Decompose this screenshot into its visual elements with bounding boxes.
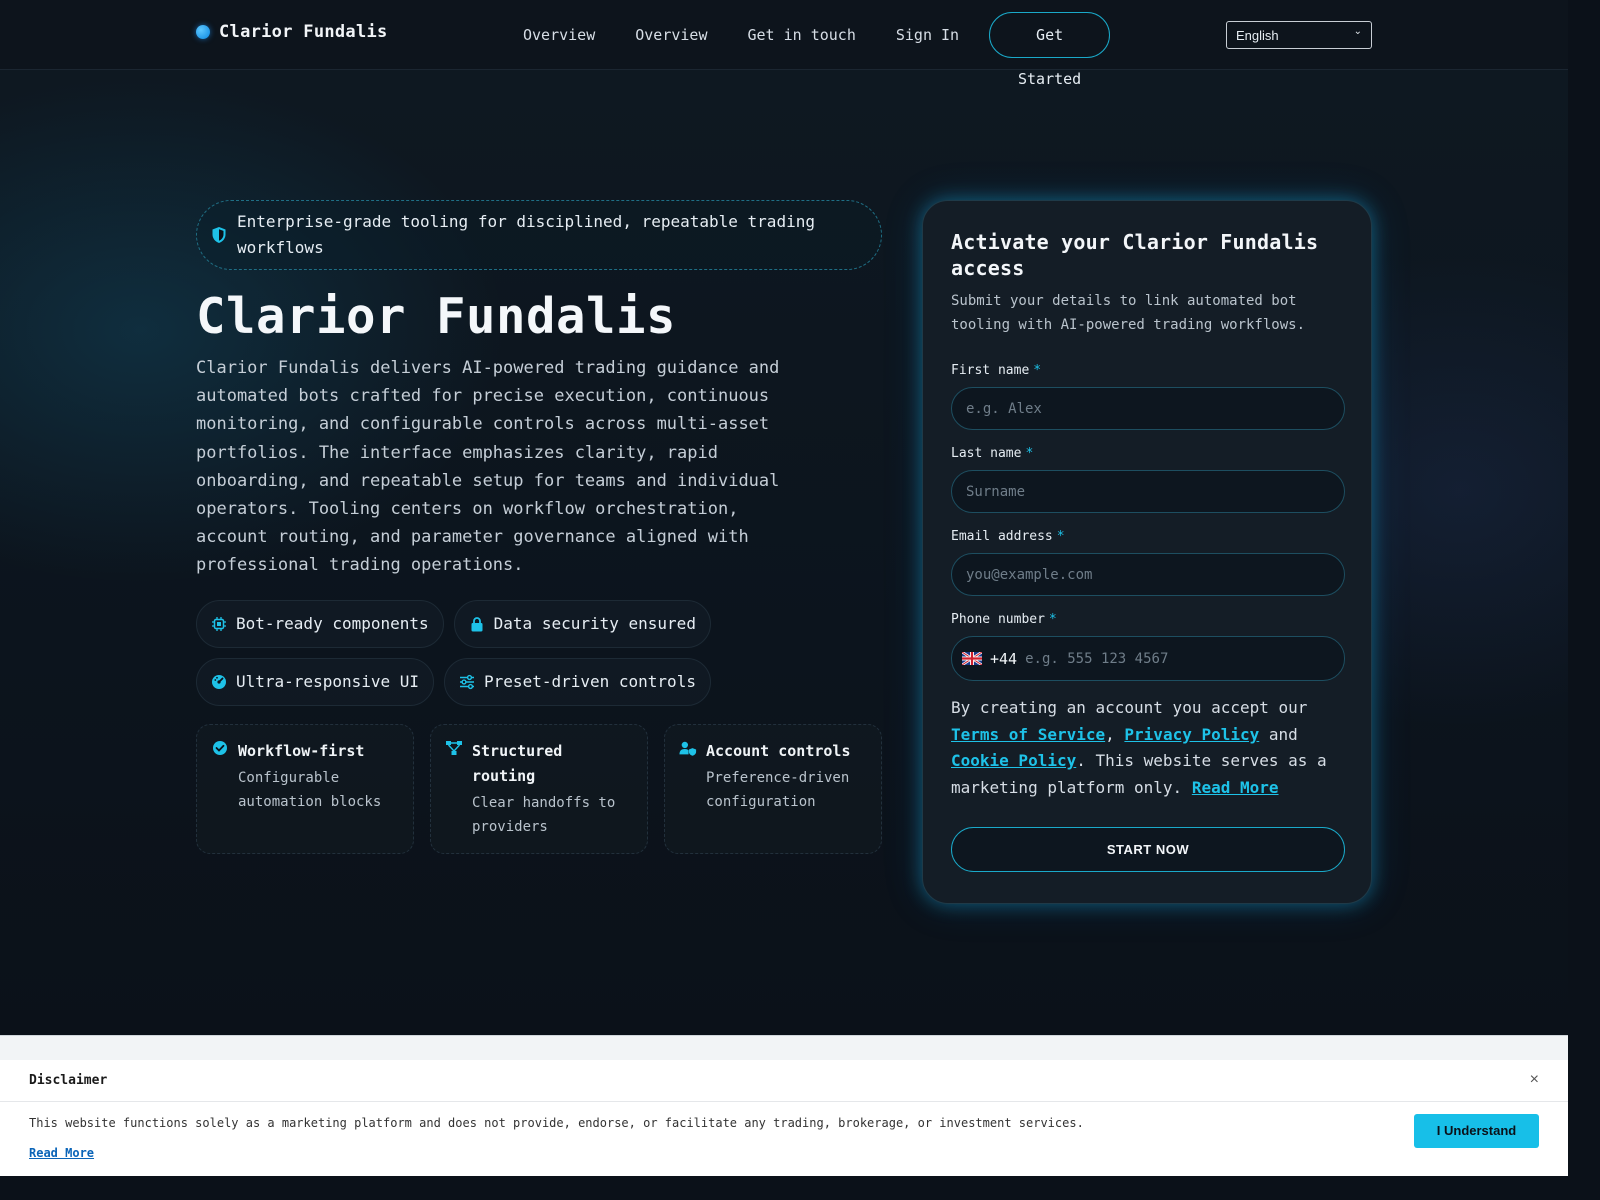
terms-of-service-link[interactable]: Terms of Service (951, 725, 1105, 744)
site-header: Clarior Fundalis Overview Overview Get i… (0, 0, 1568, 88)
feature-chips: Bot-ready components Data security ensur… (196, 599, 716, 706)
disclaimer-header: Disclaimer (0, 1060, 1568, 1102)
chip-preset-driven: Preset-driven controls (444, 657, 711, 706)
disclaimer-text: This website functions solely as a marke… (29, 1116, 1084, 1130)
shield-icon (212, 227, 226, 243)
chip-ultra-responsive: Ultra-responsive UI (196, 657, 435, 706)
phone-field: Phone number * +44 (951, 612, 1345, 681)
main-nav: Overview Overview Get in touch Sign In G… (503, 12, 1111, 88)
card-subtitle: Configurable automation blocks (238, 769, 382, 810)
hero-banner: Enterprise-grade tooling for disciplined… (196, 200, 882, 270)
card-account-controls: Account controls Preference-driven confi… (664, 723, 882, 854)
signup-form: Activate your Clarior Fundalis access Su… (922, 200, 1372, 904)
chip-label: Bot-ready components (236, 614, 429, 634)
user-shield-icon (679, 741, 697, 756)
nav-overview-2[interactable]: Overview (615, 26, 727, 44)
cookie-policy-link[interactable]: Cookie Policy (951, 751, 1076, 770)
phone-label: Phone number * (951, 612, 1057, 627)
hero-description: Clarior Fundalis delivers AI-powered tra… (196, 358, 780, 576)
gauge-icon (212, 674, 226, 689)
start-now-button[interactable]: START NOW (951, 827, 1345, 873)
card-title: Workflow-first (238, 741, 365, 760)
chip-label: Preset-driven controls (484, 672, 696, 692)
nav-sign-in[interactable]: Sign In (876, 26, 979, 44)
phone-input[interactable] (1025, 638, 1326, 679)
first-name-field: First name * (951, 363, 1345, 430)
get-started-button[interactable]: Get Started (989, 12, 1111, 88)
required-marker: * (1048, 612, 1057, 627)
chip-data-security: Data security ensured (453, 599, 711, 648)
chip-icon (212, 616, 226, 631)
email-label: Email address * (951, 529, 1065, 544)
required-marker: * (1056, 529, 1065, 544)
disclaimer-title: Disclaimer (29, 1073, 108, 1088)
hero-banner-text: Enterprise-grade tooling for disciplined… (237, 212, 815, 257)
brand-name: Clarior Fundalis (219, 22, 388, 42)
chip-bot-ready: Bot-ready components (196, 599, 444, 648)
last-name-input[interactable] (951, 470, 1345, 513)
disclaimer-banner: Disclaimer × This website functions sole… (0, 1060, 1568, 1176)
first-name-input[interactable] (951, 387, 1345, 430)
close-icon[interactable]: × (1530, 1071, 1539, 1089)
nav-get-in-touch[interactable]: Get in touch (728, 26, 876, 44)
card-subtitle: Preference-driven configuration (706, 769, 850, 810)
privacy-policy-link[interactable]: Privacy Policy (1124, 725, 1259, 744)
card-title: Structured routing (472, 741, 563, 785)
uk-flag-icon[interactable] (962, 652, 982, 665)
first-name-label: First name * (951, 363, 1042, 378)
card-workflow-first: Workflow-first Configurable automation b… (196, 723, 414, 854)
last-name-field: Last name * (951, 446, 1345, 513)
brand-dot-icon (196, 25, 210, 39)
check-badge-icon (213, 740, 227, 755)
email-input[interactable] (951, 553, 1345, 596)
language-select[interactable]: English ⌄ (1226, 21, 1372, 49)
email-field: Email address * (951, 529, 1345, 596)
card-structured-routing: Structured routing Clear handoffs to pro… (430, 723, 648, 854)
feature-cards: Workflow-first Configurable automation b… (196, 723, 882, 854)
card-subtitle: Clear handoffs to providers (472, 794, 616, 835)
chevron-down-icon: ⌄ (1353, 26, 1362, 37)
hero-section: Enterprise-grade tooling for disciplined… (196, 200, 882, 854)
lock-icon (471, 616, 483, 632)
phone-input-group: +44 (951, 636, 1345, 681)
routing-icon (446, 740, 462, 755)
card-title: Account controls (706, 741, 851, 760)
terms-text: By creating an account you accept our Te… (951, 698, 1327, 797)
sliders-icon (460, 674, 475, 689)
form-title: Activate your Clarior Fundalis access (951, 230, 1319, 280)
required-marker: * (1033, 363, 1042, 378)
nav-overview[interactable]: Overview (503, 26, 615, 44)
brand-logo[interactable]: Clarior Fundalis (196, 22, 388, 42)
form-lead: Submit your details to link automated bo… (951, 293, 1306, 333)
language-value: English (1236, 28, 1279, 43)
last-name-label: Last name * (951, 446, 1034, 461)
hero-title: Clarior Fundalis (196, 288, 677, 345)
disclaimer-divider (0, 1035, 1568, 1060)
chip-label: Data security ensured (493, 614, 696, 634)
chip-label: Ultra-responsive UI (236, 672, 420, 692)
read-more-link[interactable]: Read More (1192, 778, 1279, 797)
country-code[interactable]: +44 (990, 650, 1017, 668)
required-marker: * (1025, 446, 1034, 461)
disclaimer-read-more-link[interactable]: Read More (29, 1146, 94, 1160)
i-understand-button[interactable]: I Understand (1414, 1114, 1539, 1148)
